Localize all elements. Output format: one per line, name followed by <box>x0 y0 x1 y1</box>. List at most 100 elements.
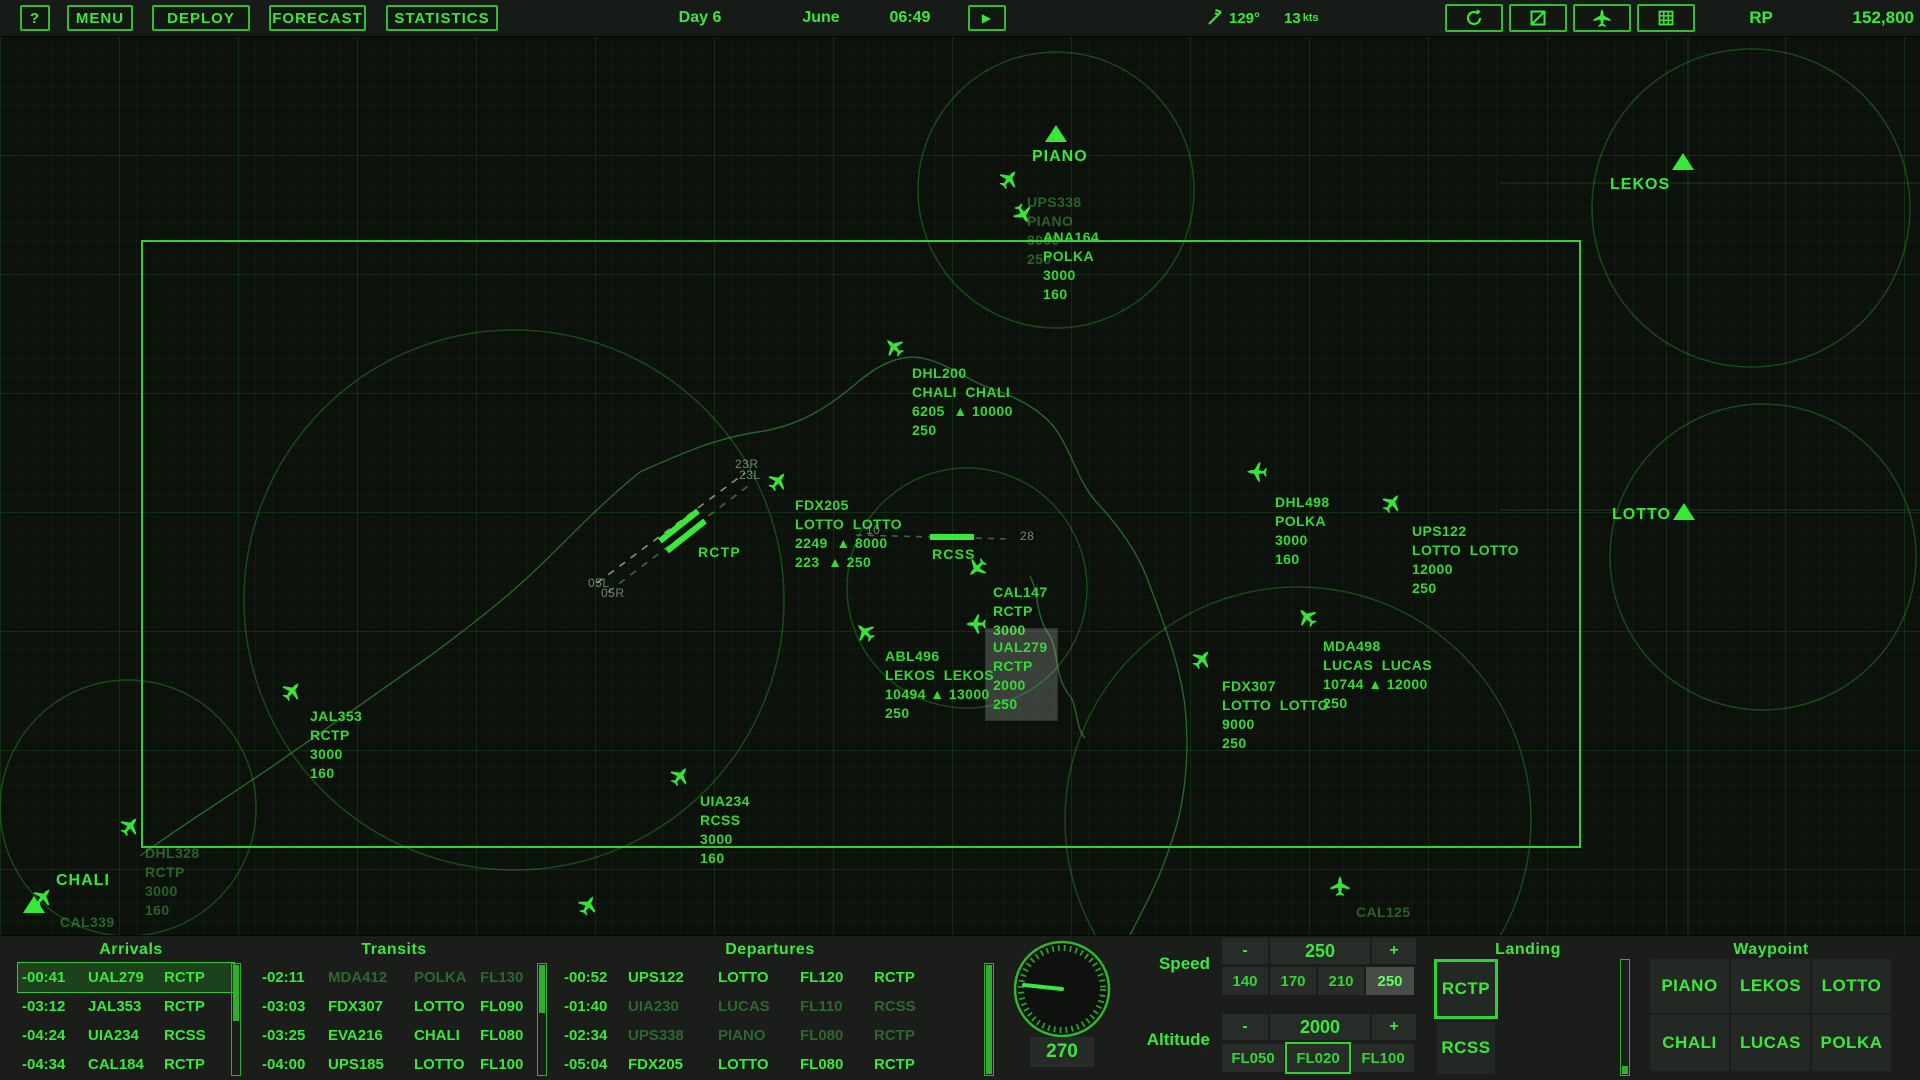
aircraft-label-mda498[interactable]: MDA498LUCAS LUCAS10744 ▲ 12000250 <box>1323 637 1432 713</box>
aircraft-label-dhl200[interactable]: DHL200CHALI CHALI6205 ▲ 10000250 <box>912 364 1013 440</box>
aircraft-icon-ups338[interactable] <box>996 166 1022 192</box>
transit-row-mda412[interactable]: -02:11MDA412POLKAFL130 <box>258 963 540 992</box>
aircraft-icon-uia234[interactable] <box>667 763 693 789</box>
speed-plus-button[interactable]: + <box>1372 938 1416 964</box>
aircraft-icon-jal353[interactable] <box>279 678 305 704</box>
speed-preset-140[interactable]: 140 <box>1222 967 1268 995</box>
cell-time: -03:25 <box>262 1027 328 1044</box>
transits-scrollbar[interactable] <box>537 963 547 1076</box>
panel-divider-scrollbar[interactable] <box>1620 959 1630 1076</box>
aircraft-label-fdx205[interactable]: FDX205LOTTO LOTTO2249 ▲ 8000223 ▲ 250 <box>795 496 902 572</box>
transit-row-fdx307[interactable]: -03:03FDX307LOTTOFL090 <box>258 992 540 1021</box>
departure-row-ups338[interactable]: -02:34UPS338PIANOFL080RCTP <box>560 1021 938 1050</box>
cell-fl: FL090 <box>480 998 536 1015</box>
arrival-row-jal353[interactable]: -03:12JAL353RCTP <box>18 992 234 1021</box>
aircraft-icon-cal339[interactable] <box>30 884 56 910</box>
aircraft-label-cal339[interactable]: CAL339 <box>60 913 115 932</box>
aircraft-label-cal125[interactable]: CAL125 <box>1356 903 1411 922</box>
top-bar: ? MENU DEPLOY FORECAST STATISTICS Day 6 … <box>0 0 1920 37</box>
altitude-preset-fl020[interactable]: FL020 <box>1287 1044 1349 1072</box>
cell-callsign: UIA234 <box>88 1027 164 1044</box>
arrival-row-uia234[interactable]: -04:24UIA234RCSS <box>18 1021 234 1050</box>
speed-preset-210[interactable]: 210 <box>1318 967 1364 995</box>
transit-row-eva216[interactable]: -03:25EVA216CHALIFL080 <box>258 1021 540 1050</box>
altitude-preset-fl050[interactable]: FL050 <box>1222 1044 1284 1072</box>
help-button[interactable]: ? <box>20 5 50 31</box>
grid-icon <box>1655 7 1677 29</box>
cell-time: -01:40 <box>564 998 628 1015</box>
aircraft-label-dhl498[interactable]: DHL498POLKA3000160 <box>1275 493 1330 569</box>
refresh-icon <box>1463 7 1485 29</box>
day-label: Day 6 <box>672 0 728 36</box>
aircraft-label-ups122[interactable]: UPS122LOTTO LOTTO12000250 <box>1412 522 1519 598</box>
speed-preset-250[interactable]: 250 <box>1366 967 1414 995</box>
landing-runway-rcss[interactable]: RCSS <box>1437 1022 1495 1074</box>
heading-dial[interactable] <box>1007 934 1117 1044</box>
cell-callsign: UIA230 <box>628 998 718 1015</box>
departure-row-ups122[interactable]: -00:52UPS122LOTTOFL120RCTP <box>560 963 938 992</box>
refresh-toggle-button[interactable] <box>1445 4 1503 32</box>
aircraft-icon-ups122[interactable] <box>1379 490 1405 516</box>
aircraft-label-fdx307[interactable]: FDX307LOTTO LOTTO9000250 <box>1222 677 1329 753</box>
cell-callsign: CAL184 <box>88 1056 164 1073</box>
aircraft-label-uia234[interactable]: UIA234RCSS3000160 <box>700 792 750 868</box>
cell-fl: FL100 <box>480 1056 536 1073</box>
statistics-button[interactable]: STATISTICS <box>386 5 498 31</box>
landing-runway-rctp[interactable]: RCTP <box>1437 962 1495 1016</box>
departure-row-fdx205[interactable]: -05:04FDX205LOTTOFL080RCTP <box>560 1050 938 1079</box>
aircraft-icon-dhl328[interactable] <box>117 813 143 839</box>
aircraft-label-abl496[interactable]: ABL496LEKOS LEKOS10494 ▲ 13000250 <box>885 647 994 723</box>
speed-minus-button[interactable]: - <box>1222 938 1268 964</box>
arrivals-scrollbar[interactable] <box>231 963 241 1076</box>
waypoint-button-polka[interactable]: POLKA <box>1812 1015 1891 1071</box>
grid-toggle-button[interactable] <box>1637 4 1695 32</box>
rp-label: RP <box>1740 0 1782 36</box>
arrival-row-ual279[interactable]: -00:41UAL279RCTP <box>18 963 234 992</box>
aircraft-icon-cal147[interactable] <box>964 555 990 581</box>
departure-row-uia230[interactable]: -01:40UIA230LUCASFL110RCSS <box>560 992 938 1021</box>
menu-button[interactable]: MENU <box>67 5 133 31</box>
aircraft-icon-mda498[interactable] <box>1294 604 1320 630</box>
altitude-minus-button[interactable]: - <box>1222 1014 1268 1040</box>
cell-rwy: RCTP <box>874 1056 934 1073</box>
aircraft-icon-unknown[interactable] <box>575 892 601 918</box>
waypoint-button-chali[interactable]: CHALI <box>1650 1015 1729 1071</box>
waypoint-button-lotto[interactable]: LOTTO <box>1812 959 1891 1013</box>
aircraft-icon-abl496[interactable] <box>852 619 878 645</box>
aircraft-icon-dhl200[interactable] <box>881 334 907 360</box>
cell-fl: FL110 <box>800 998 874 1015</box>
aircraft-label-ana164[interactable]: ANA164POLKA3000160 <box>1043 228 1099 304</box>
aircraft-icon-fdx307[interactable] <box>1189 646 1215 672</box>
transit-row-ups185[interactable]: -04:00UPS185LOTTOFL100 <box>258 1050 540 1079</box>
arrival-row-cal184[interactable]: -04:34CAL184RCTP <box>18 1050 234 1079</box>
cell-fl: FL080 <box>480 1027 536 1044</box>
altitude-preset-fl100[interactable]: FL100 <box>1352 1044 1414 1072</box>
aircraft-icon-fdx205[interactable] <box>765 468 791 494</box>
altitude-plus-button[interactable]: + <box>1372 1014 1416 1040</box>
deploy-button[interactable]: DEPLOY <box>152 5 250 31</box>
aircraft-label-jal353[interactable]: JAL353RCTP3000160 <box>310 707 362 783</box>
waypoint-marker-lekos <box>1672 153 1694 170</box>
heading-value: 270 <box>1030 1037 1094 1067</box>
cell-time: -03:03 <box>262 998 328 1015</box>
departures-scrollbar[interactable] <box>984 963 994 1076</box>
speed-preset-170[interactable]: 170 <box>1270 967 1316 995</box>
aircraft-label-ual279[interactable]: UAL279RCTP2000250 <box>986 629 1057 720</box>
play-button[interactable]: ▶ <box>968 5 1006 31</box>
radar-map[interactable]: PIANOLEKOSLOTTOCHALIRCTPRCSS05L05R23R23L… <box>0 36 1920 935</box>
plane-toggle-button[interactable] <box>1573 4 1631 32</box>
aircraft-label-dhl328[interactable]: DHL328RCTP3000160 <box>145 844 200 920</box>
contrast-toggle-button[interactable] <box>1509 4 1567 32</box>
forecast-button[interactable]: FORECAST <box>269 5 366 31</box>
waypoint-button-piano[interactable]: PIANO <box>1650 959 1729 1013</box>
waypoint-button-lekos[interactable]: LEKOS <box>1731 959 1810 1013</box>
aircraft-icon-cal125[interactable] <box>1327 873 1353 899</box>
aircraft-icon-dhl498[interactable] <box>1244 459 1270 485</box>
waypoint-button-lucas[interactable]: LUCAS <box>1731 1015 1810 1071</box>
cell-fix: LOTTO <box>414 998 480 1015</box>
atc-game-screen: ? MENU DEPLOY FORECAST STATISTICS Day 6 … <box>0 0 1920 1080</box>
waypoint-name-lotto: LOTTO <box>1612 506 1671 524</box>
plane-icon <box>1591 7 1613 29</box>
cell-dest: RCTP <box>164 998 230 1015</box>
aircraft-icon-ana164[interactable] <box>1010 201 1036 227</box>
